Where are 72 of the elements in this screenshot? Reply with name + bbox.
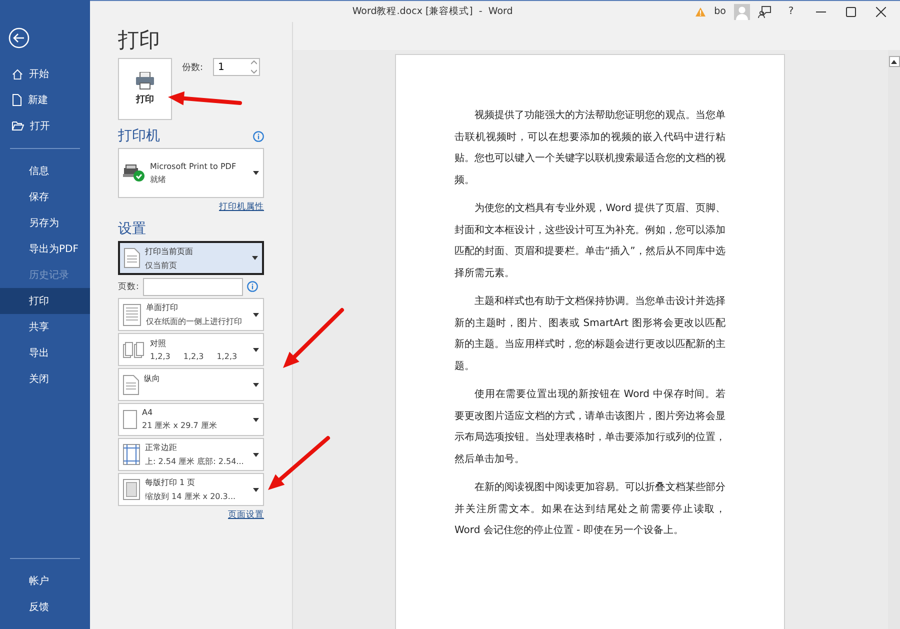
printer-name: Microsoft Print to PDF xyxy=(150,162,238,170)
settings-dropdown[interactable]: 正常边距 上: 2.54 厘米 底部: 2.54... xyxy=(118,438,264,471)
page-title: 打印 xyxy=(118,27,161,54)
printer-icon xyxy=(135,72,155,90)
caret-icon xyxy=(253,452,259,456)
caret-icon xyxy=(253,348,259,352)
section-heading: 打印机 xyxy=(118,127,160,145)
up-arrow-icon xyxy=(891,60,897,64)
help-button[interactable]: ? xyxy=(780,2,802,20)
settings-dropdown[interactable]: 打印当前页面 仅当前页 xyxy=(118,241,264,275)
settings-dropdown[interactable]: A4 21 厘米 x 29.7 厘米 xyxy=(118,403,264,436)
pages-field[interactable] xyxy=(142,278,243,296)
user-name[interactable]: bo xyxy=(714,6,726,17)
margins-icon xyxy=(123,444,140,465)
settings-dropdown[interactable]: 纵向 xyxy=(118,368,264,401)
comment-icon[interactable] xyxy=(758,4,772,18)
pages-label: 页数: xyxy=(118,280,139,292)
page-icon xyxy=(123,479,140,500)
scrollbar[interactable] xyxy=(888,50,900,629)
scroll-up-button[interactable] xyxy=(888,56,900,67)
sidebar-item[interactable]: 信息 xyxy=(0,158,90,184)
printer-icon xyxy=(123,164,145,182)
document-icon xyxy=(123,374,139,394)
document-icon xyxy=(123,304,141,326)
caret-icon xyxy=(253,418,259,422)
copies-spinner[interactable]: 1 xyxy=(213,58,260,76)
caret-icon xyxy=(253,488,259,492)
settings-dropdown[interactable]: 对照 1,2,3 1,2,3 1,2,3 xyxy=(118,333,264,366)
sidebar-item[interactable]: 打开 xyxy=(0,113,90,139)
info-icon[interactable] xyxy=(253,130,264,142)
caret-icon xyxy=(253,382,259,386)
back-button[interactable] xyxy=(8,27,30,49)
sidebar-item[interactable]: 另存为 xyxy=(0,210,90,236)
settings-dropdown[interactable]: 每版打印 1 页 缩放到 14 厘米 x 20.3... xyxy=(118,473,264,506)
sidebar-item[interactable]: 关闭 xyxy=(0,366,90,392)
page-setup-link[interactable]: 页面设置 xyxy=(228,509,264,521)
sidebar-item[interactable]: 共享 xyxy=(0,314,90,340)
section-heading: 设置 xyxy=(118,220,146,238)
paragraph: 为使您的文档具有专业外观，Word 提供了页眉、页脚、封面和文本框设计，这些设计可互为补充。例如，您可以添加匹配的封面、页眉和提要栏。单击“插入”，然后从不同库中选择所需元素。 xyxy=(454,202,726,280)
annotation-arrow xyxy=(283,308,344,368)
sidebar-item[interactable]: 新建 xyxy=(0,87,90,113)
sidebar-item[interactable]: 反馈 xyxy=(0,594,90,620)
stacked-pages-icon xyxy=(123,342,145,358)
sidebar-item[interactable]: 保存 xyxy=(0,184,90,210)
printer-dropdown[interactable]: Microsoft Print to PDF 就绪 xyxy=(118,148,264,198)
paragraph: 在新的阅读视图中阅读更加容易。可以折叠文档某些部分并关注所需文本。如果在达到结尾处之前需要停止读取，Word 会记住您的停止位置 - 即使在另一个设备上。 xyxy=(454,480,726,538)
sidebar-item[interactable]: 帐户 xyxy=(0,568,90,594)
blank-page-icon xyxy=(123,410,137,429)
copies-label: 份数: xyxy=(182,62,204,75)
window-title: Word教程.docx [兼容模式] - Word xyxy=(351,5,514,18)
annotation-arrow xyxy=(268,436,330,490)
home-icon xyxy=(12,68,23,80)
print-button[interactable]: 打印 xyxy=(118,58,172,120)
paragraph: 视频提供了功能强大的方法帮助您证明您的观点。当您单击联机视频时，可以在想要添加的视频的嵌入代码中进行粘贴。您也可以键入一个关键字以联机搜索最适合您的文档的视频。 xyxy=(454,108,726,188)
close-icon xyxy=(876,6,886,16)
printer-properties-link[interactable]: 打印机属性 xyxy=(219,201,264,213)
maximize-icon xyxy=(846,6,856,16)
document-icon xyxy=(124,248,140,268)
settings-dropdown[interactable]: 单面打印 仅在纸面的一侧上进行打印 xyxy=(118,298,264,331)
printer-status: 就绪 xyxy=(150,174,167,184)
paragraph: 主题和样式也有助于文档保持协调。当您单击设计并选择新的主题时，图片、图表或 SmartArt 图形将会更改以匹配新的主题。当应用样式时，您的标题会进行更改以匹配新的主题。 xyxy=(454,294,726,374)
paragraph: 使用在需要位置出现的新按钮在 Word 中保存时间。若要更改图片适应文档的方式，请单击该图片，图片旁边将会显示布局选项按钮。当处理表格时，单击要添加行或列的位置，然后单击加号。 xyxy=(454,388,726,466)
info-icon[interactable] xyxy=(246,281,258,292)
caret-icon xyxy=(253,312,259,316)
caret-icon xyxy=(253,171,259,175)
folder-icon xyxy=(12,121,24,131)
document-icon xyxy=(12,94,22,106)
caret-icon xyxy=(252,256,258,260)
sidebar-item[interactable]: 导出为PDF xyxy=(0,236,90,262)
sidebar-item[interactable]: 开始 xyxy=(0,61,90,87)
sidebar-item[interactable]: 导出 xyxy=(0,340,90,366)
sidebar-item[interactable]: 打印 xyxy=(0,288,90,314)
